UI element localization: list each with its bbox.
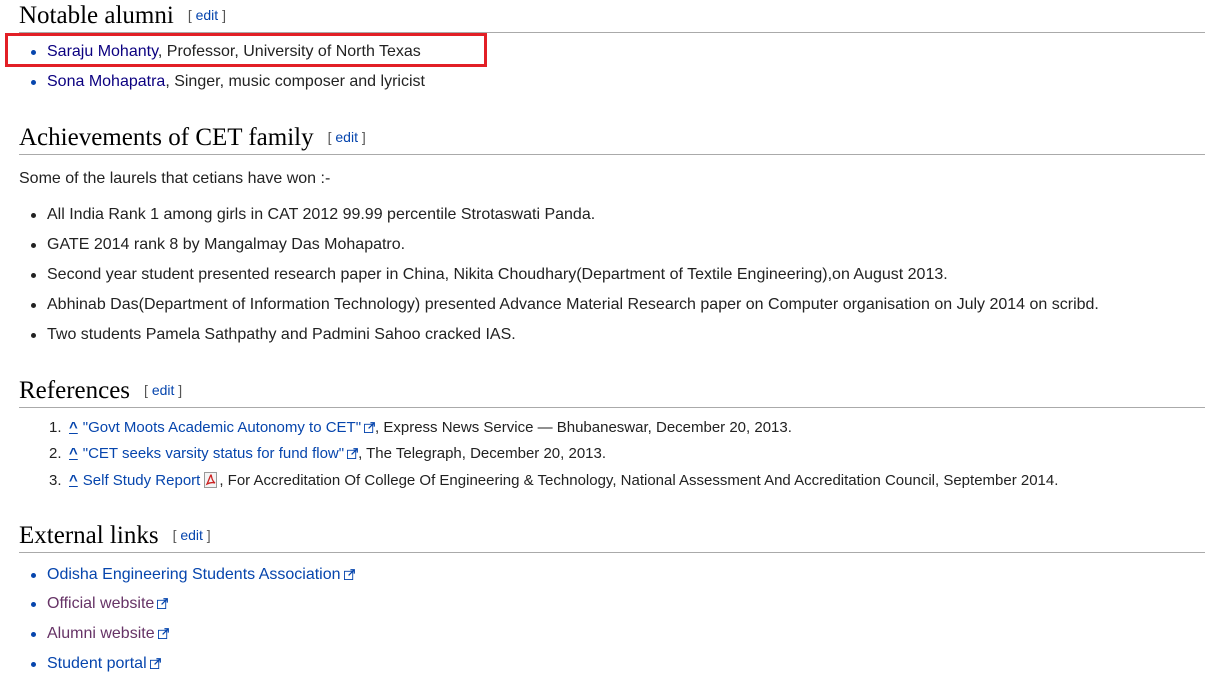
highlight-box	[5, 33, 487, 67]
heading-references: References [ edit ]	[19, 375, 1205, 408]
reference-source: , For Accreditation Of College Of Engine…	[219, 472, 1059, 489]
bullet	[31, 243, 36, 248]
bullet	[31, 80, 36, 85]
list-item: Student portal	[31, 654, 161, 674]
backlink-caret[interactable]: ^	[69, 445, 78, 462]
reference-item: 2. ^ "CET seeks varsity status for fund fl…	[49, 444, 606, 464]
achievement-text: GATE 2014 rank 8 by Mangalmay Das Mohapa…	[47, 236, 406, 253]
reference-link[interactable]: "CET seeks varsity status for fund flow"	[83, 445, 344, 462]
article-content: Notable alumni[ edit ] Saraju Mohanty, P…	[0, 0, 1205, 684]
heading-title: Notable alumni	[19, 2, 174, 29]
reference-number: 2.	[49, 445, 62, 462]
achievement-text: Second year student presented research p…	[47, 266, 948, 283]
bullet	[31, 602, 36, 607]
pdf-icon	[204, 472, 218, 488]
alumni-description: , Singer, music composer and lyricist	[165, 73, 425, 90]
edit-section: [ edit ]	[187, 7, 226, 23]
reference-source: , Express News Service — Bhubaneswar, De…	[375, 419, 792, 436]
external-link-icon	[343, 569, 355, 580]
external-link-student-portal[interactable]: Student portal	[47, 655, 147, 672]
list-item: Sona Mohapatra, Singer, music composer a…	[31, 72, 425, 92]
edit-section: [ edit ]	[144, 382, 183, 398]
bullet	[31, 303, 36, 308]
backlink-caret[interactable]: ^	[69, 472, 78, 489]
list-item: All India Rank 1 among girls in CAT 2012…	[31, 205, 595, 225]
reference-source: , The Telegraph, December 20, 2013.	[358, 445, 607, 462]
reference-link[interactable]: "Govt Moots Academic Autonomy to CET"	[83, 419, 361, 436]
heading-title: References	[19, 377, 131, 404]
external-link-icon	[364, 422, 375, 433]
bullet	[31, 333, 36, 338]
edit-link-external-links[interactable]: edit	[180, 527, 203, 543]
achievements-intro: Some of the laurels that cetians have wo…	[19, 170, 331, 187]
heading-external-links: External links [ edit ]	[19, 520, 1205, 553]
heading-achievements: Achievements of CET family [ edit ]	[19, 122, 1205, 155]
list-item: Abhinab Das(Department of Information Te…	[31, 295, 1099, 315]
external-link-icon	[157, 598, 169, 609]
backlink-caret[interactable]: ^	[69, 419, 78, 436]
edit-section: [ edit ]	[327, 129, 366, 145]
edit-link-achievements[interactable]: edit	[335, 129, 358, 145]
reference-link[interactable]: Self Study Report	[83, 472, 201, 489]
reference-number: 3.	[49, 472, 62, 489]
list-item: Two students Pamela Sathpathy and Padmin…	[31, 325, 516, 345]
external-link-official-website[interactable]: Official website	[47, 595, 154, 612]
list-item: Second year student presented research p…	[31, 265, 948, 285]
external-link-icon	[149, 658, 161, 669]
edit-link-references[interactable]: edit	[152, 382, 175, 398]
bullet	[31, 632, 36, 637]
reference-number: 1.	[49, 419, 62, 436]
bullet	[31, 213, 36, 218]
bullet	[31, 662, 36, 667]
edit-section: [ edit ]	[172, 527, 211, 543]
external-link-alumni-website[interactable]: Alumni website	[47, 625, 155, 642]
list-item: Official website	[31, 594, 169, 614]
achievement-text: All India Rank 1 among girls in CAT 2012…	[47, 206, 596, 223]
heading-title: External links	[19, 522, 159, 549]
achievement-text: Abhinab Das(Department of Information Te…	[47, 296, 1099, 313]
achievement-text: Two students Pamela Sathpathy and Padmin…	[47, 326, 516, 343]
alumni-link-sona-mohapatra[interactable]: Sona Mohapatra	[47, 73, 165, 90]
heading-title: Achievements of CET family	[19, 124, 314, 151]
edit-link-notable-alumni[interactable]: edit	[196, 7, 219, 23]
list-item: Alumni website	[31, 624, 169, 644]
list-item: Odisha Engineering Students Association	[31, 565, 355, 585]
external-link-icon	[347, 448, 358, 459]
reference-item: 1. ^ "Govt Moots Academic Autonomy to CET"…	[49, 418, 792, 438]
list-item: GATE 2014 rank 8 by Mangalmay Das Mohapa…	[31, 235, 405, 255]
bullet	[31, 273, 36, 278]
external-link-oesa[interactable]: Odisha Engineering Students Association	[47, 566, 341, 583]
bullet	[31, 573, 36, 578]
external-link-icon	[157, 628, 169, 639]
heading-notable-alumni: Notable alumni [ edit ]	[19, 0, 1205, 33]
reference-item: 3. ^ Self Study Report , For Accreditation …	[49, 471, 1058, 491]
